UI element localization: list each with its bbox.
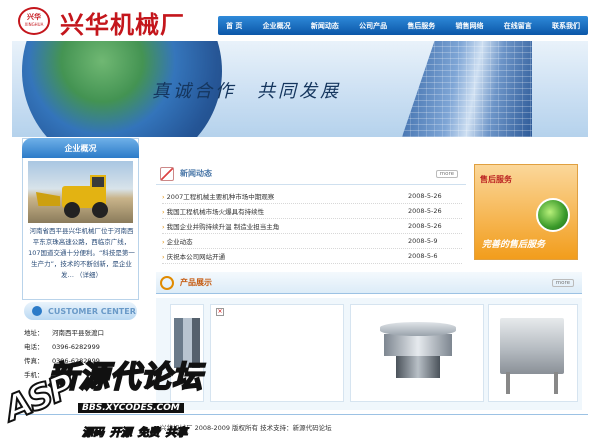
- nav-item-products[interactable]: 公司产品: [359, 21, 387, 31]
- nav-item-sales-network[interactable]: 销售网络: [456, 21, 484, 31]
- nav-item-service[interactable]: 售后服务: [407, 21, 435, 31]
- list-item[interactable]: 企业动态 2008-5-9: [162, 234, 462, 249]
- nav-item-guestbook[interactable]: 在线留言: [504, 21, 532, 31]
- list-item[interactable]: 庆祝本公司网站开通 2008-5-6: [162, 249, 462, 264]
- logo-subtext: XINGHUA: [24, 22, 44, 27]
- sieve-machine-top: [380, 322, 456, 336]
- service-caption: 完善的售后服务: [482, 240, 546, 250]
- watermark-tagline: 源码 开源 免费 共享: [82, 426, 188, 440]
- nav-item-news[interactable]: 新闻动态: [311, 21, 339, 31]
- products-more-button[interactable]: more: [551, 278, 574, 287]
- nav-item-about[interactable]: 企业概况: [263, 21, 291, 31]
- list-item[interactable]: 我国工程机械市场火爆具有持续性 2008-5-26: [162, 204, 462, 219]
- news-date: 2008-5-6: [408, 252, 438, 260]
- pen-icon: [160, 166, 174, 181]
- nav-item-home[interactable]: 首 页: [226, 21, 242, 31]
- customer-center-bar: CUSTOMER CENTER: [24, 302, 137, 320]
- loader-wheel: [64, 202, 80, 218]
- about-text: 河南省西平县兴华机械厂位于河南西平东京珠高速公路，西临京广线，107国道交通十分…: [28, 227, 135, 279]
- loader-wheel: [92, 202, 108, 218]
- banner: 真诚合作 共同发展: [12, 41, 588, 137]
- news-date: 2008-5-26: [408, 192, 442, 200]
- loader-cab: [90, 175, 106, 189]
- news-title-link[interactable]: 庆祝本公司网站开通: [162, 251, 226, 261]
- news-title-link[interactable]: 企业动态: [162, 236, 193, 246]
- customer-center-label: CUSTOMER CENTER: [48, 306, 136, 316]
- sieve-machine-body: [384, 334, 452, 356]
- news-date: 2008-5-26: [408, 207, 442, 215]
- news-title-link[interactable]: 2007工程机械主要机种市场中期观察: [162, 191, 275, 201]
- building-windows: [402, 41, 532, 137]
- news-date: 2008-5-9: [408, 237, 438, 245]
- service-title: 售后服务: [480, 175, 512, 184]
- headset-icon: [32, 306, 42, 316]
- globe-icon: [536, 198, 570, 232]
- products-heading: 产品展示: [180, 278, 212, 287]
- watermark-asp: ASP: [0, 365, 80, 430]
- news-title-link[interactable]: 我国工程机械市场火爆具有持续性: [162, 206, 265, 216]
- main-nav: 首 页 企业概况 新闻动态 公司产品 售后服务 销售网络 在线留言 联系我们: [218, 16, 588, 35]
- product-card[interactable]: [210, 304, 344, 402]
- contact-value: 河南西平县张渡口: [52, 329, 104, 337]
- footer-divider: [12, 414, 588, 415]
- about-heading[interactable]: 企业概况: [22, 138, 139, 158]
- machine-leg: [506, 372, 510, 394]
- news-header: 新闻动态 more: [156, 163, 466, 185]
- list-item[interactable]: 我国企业并购持续升温 制造业担当主角 2008-5-26: [162, 219, 462, 234]
- logo-text: 兴华: [27, 13, 41, 21]
- news-more-button[interactable]: more: [435, 169, 458, 178]
- contact-key: 地址：: [24, 329, 44, 337]
- logo[interactable]: 兴华 XINGHUA: [18, 7, 50, 35]
- news-title-link[interactable]: 我国企业并购持续升温 制造业担当主角: [162, 221, 280, 231]
- contact-row: 地址： 河南西平县张渡口: [24, 326, 139, 340]
- nav-item-contact[interactable]: 联系我们: [552, 21, 580, 31]
- broken-image-icon: ×: [216, 308, 224, 316]
- news-date: 2008-5-26: [408, 222, 442, 230]
- gear-icon: [160, 275, 174, 290]
- news-title: 新闻动态: [160, 166, 212, 181]
- news-heading: 新闻动态: [180, 169, 212, 178]
- banner-slogan: 真诚合作 共同发展: [152, 81, 341, 102]
- product-image[interactable]: [500, 318, 564, 374]
- products-header: 产品展示 more: [156, 272, 582, 294]
- news-list: 2007工程机械主要机种市场中期观察 2008-5-26 我国工程机械市场火爆具有…: [162, 189, 462, 264]
- list-item[interactable]: 2007工程机械主要机种市场中期观察 2008-5-26: [162, 189, 462, 204]
- products-title: 产品展示: [160, 275, 212, 290]
- company-name: 兴华机械厂: [60, 10, 185, 39]
- sieve-machine-base: [396, 356, 440, 378]
- watermark-url: BBS.XYCODES.COM: [78, 403, 184, 413]
- machine-leg: [554, 372, 558, 394]
